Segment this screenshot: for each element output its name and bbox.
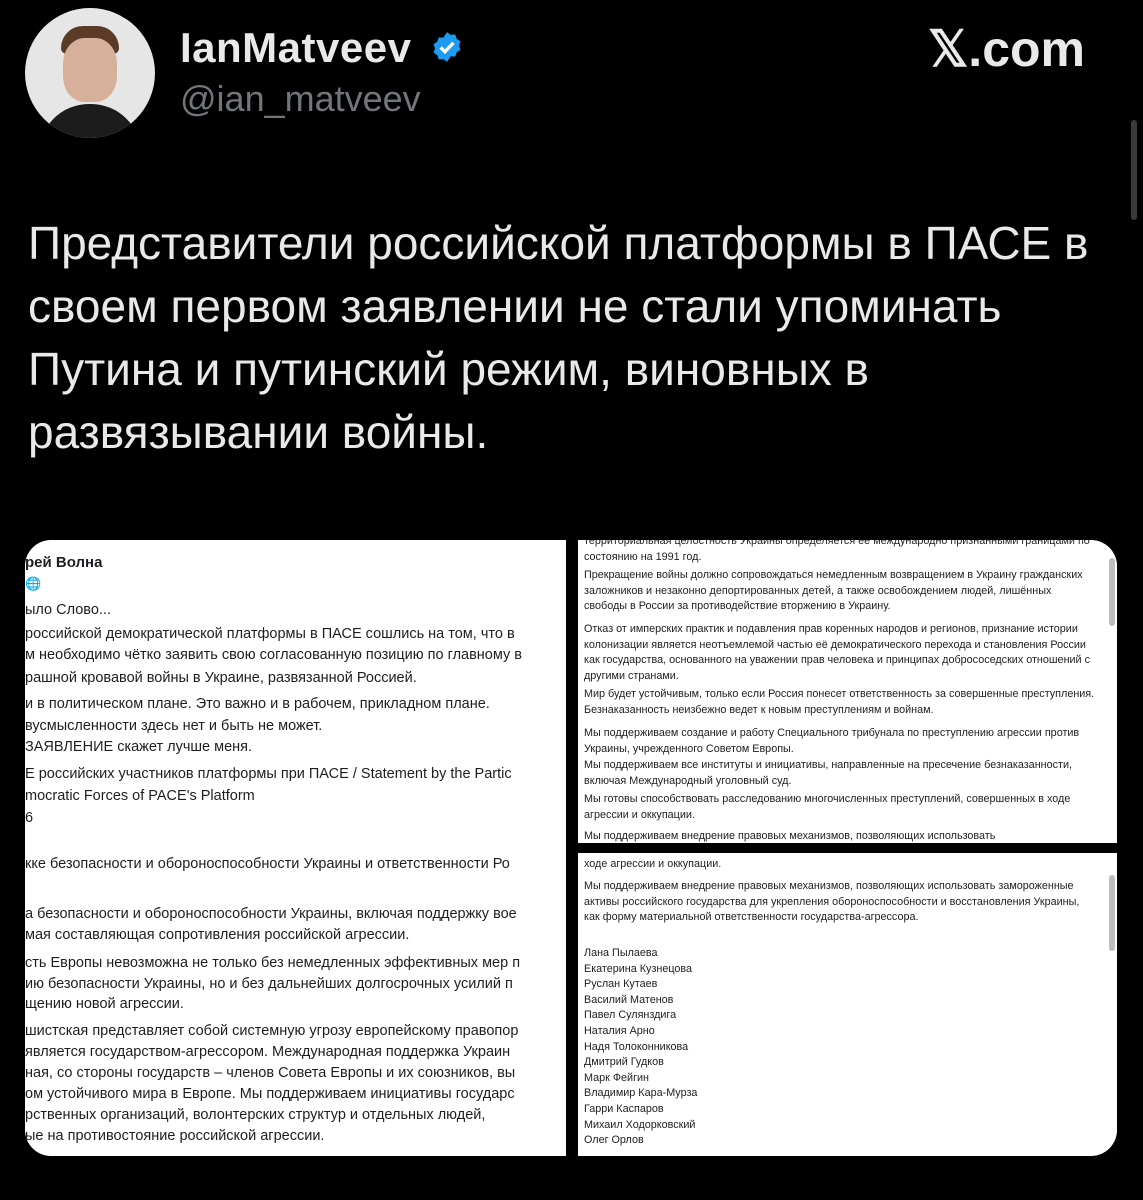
post-text-line: рственных организаций, волонтерских стру… [25, 1107, 486, 1123]
signatory-name: Михаил Ходорковский [584, 1118, 696, 1131]
post-text-line: мая составляющая сопротивления российско… [25, 927, 410, 943]
statement-paragraph: Мы поддерживаем создание и работу Специа… [584, 727, 1080, 755]
post-text-line: м необходимо чётко заявить свою согласов… [25, 647, 522, 663]
post-text-line: ыло Слово... [25, 602, 111, 618]
post-text-line: ЗАЯВЛЕНИЕ скажет лучше меня. [25, 739, 253, 755]
scrollbar[interactable] [1131, 120, 1137, 220]
author-name[interactable]: IanMatveev [180, 24, 411, 72]
statement-paragraph: Прекращение войны должно сопровождаться … [584, 569, 1083, 613]
signatory-name: Руслан Кутаев [584, 978, 658, 991]
tweet-media[interactable]: рей Волна 🌐 ыло Слово... российской демок… [25, 540, 1117, 1156]
avatar[interactable] [25, 8, 155, 138]
avatar-shirt [39, 104, 141, 138]
statement-paragraph: Отказ от имперских практик и подавления … [584, 623, 1090, 682]
post-text-line: российской демократической платформы в П… [25, 626, 515, 642]
post-text-line: а безопасности и обороноспособности Укра… [25, 906, 517, 922]
post-text-line: ом устойчивого мира в Европе. Мы поддерж… [25, 1086, 515, 1102]
post-text-line: 6 [25, 810, 34, 826]
signatory-name: Екатерина Кузнецова [584, 962, 693, 975]
signatory-name: Владимир Кара-Мурза [584, 1087, 698, 1100]
post-text-line: Е российских участников платформы при ПА… [25, 766, 512, 782]
post-text-line: вусмысленности здесь нет и быть не может… [25, 718, 323, 734]
signatory-name: Марк Фейгин [584, 1071, 650, 1084]
post-text-line: и в политическом плане. Это важно и в ра… [25, 696, 490, 712]
statement-paragraph: Мы поддерживаем внедрение правовых механ… [584, 830, 996, 842]
avatar-face [63, 38, 117, 102]
media-image-right-top[interactable]: территориальная целостность Украины опре… [578, 540, 1117, 843]
statement-paragraph: Мы поддерживаем все институты и инициати… [584, 759, 1072, 787]
statement-paragraph: Мы поддерживаем внедрение правовых механ… [584, 880, 1080, 924]
signatory-name: Дмитрий Гудков [584, 1056, 664, 1069]
signatory-name: Гарри Каспаров [584, 1103, 664, 1115]
verified-badge-icon [433, 32, 461, 62]
statement-paragraph: ходе агрессии и оккупации. [584, 858, 722, 870]
media-image-left[interactable]: рей Волна 🌐 ыло Слово... российской демок… [25, 540, 566, 1156]
post-text-line: шистская представляет собой системную уг… [25, 1023, 519, 1039]
post-text-line: ная, со стороны государств – членов Сове… [25, 1065, 516, 1081]
post-text-line: кке безопасности и обороноспособности Ук… [25, 856, 510, 872]
post-text-line: является государством-агрессором. Междун… [25, 1044, 511, 1060]
statement-paragraph: Мир будет устойчивым, только если Россия… [584, 688, 1095, 716]
post-text-line: щению новой агрессии. [25, 996, 184, 1012]
globe-icon: 🌐 [25, 576, 42, 591]
post-text-line: сть Европы невозможна не только без неме… [25, 955, 521, 971]
signatory-name: Наталия Арно [584, 1025, 655, 1037]
statement-paragraph: территориальная целостность Украины опре… [584, 540, 1090, 563]
signatory-name: Олег Орлов [584, 1134, 644, 1147]
signatory-name: Лана Пылаева [584, 947, 658, 959]
signatory-name: Надя Толоконникова [584, 1040, 689, 1053]
post-text-line: ию безопасности Украины, но и без дальне… [25, 976, 513, 992]
scrollbar[interactable] [1109, 558, 1115, 626]
post-text-line: рашной кровавой войны в Украине, развяза… [25, 670, 417, 686]
statement-paragraph: Мы готовы способствовать расследованию м… [584, 793, 1071, 821]
signatory-name: Василий Матенов [584, 993, 674, 1006]
scrollbar[interactable] [1109, 875, 1115, 951]
post-text-line: ые на противостояние российской агрессии… [25, 1128, 325, 1144]
author-handle[interactable]: @ian_matveev [180, 78, 421, 120]
tweet-text: Представители российской платформы в ПАС… [28, 217, 1089, 458]
media-image-right-bottom[interactable]: ходе агрессии и оккупации. Мы поддерживае… [578, 853, 1117, 1156]
post-author: рей Волна [25, 554, 103, 571]
post-text-line: mocratic Forces of PACE's Platform [25, 788, 255, 804]
signatory-name: Павел Сулянздига [584, 1009, 677, 1022]
x-logo: 𝕏.com [928, 21, 1085, 77]
